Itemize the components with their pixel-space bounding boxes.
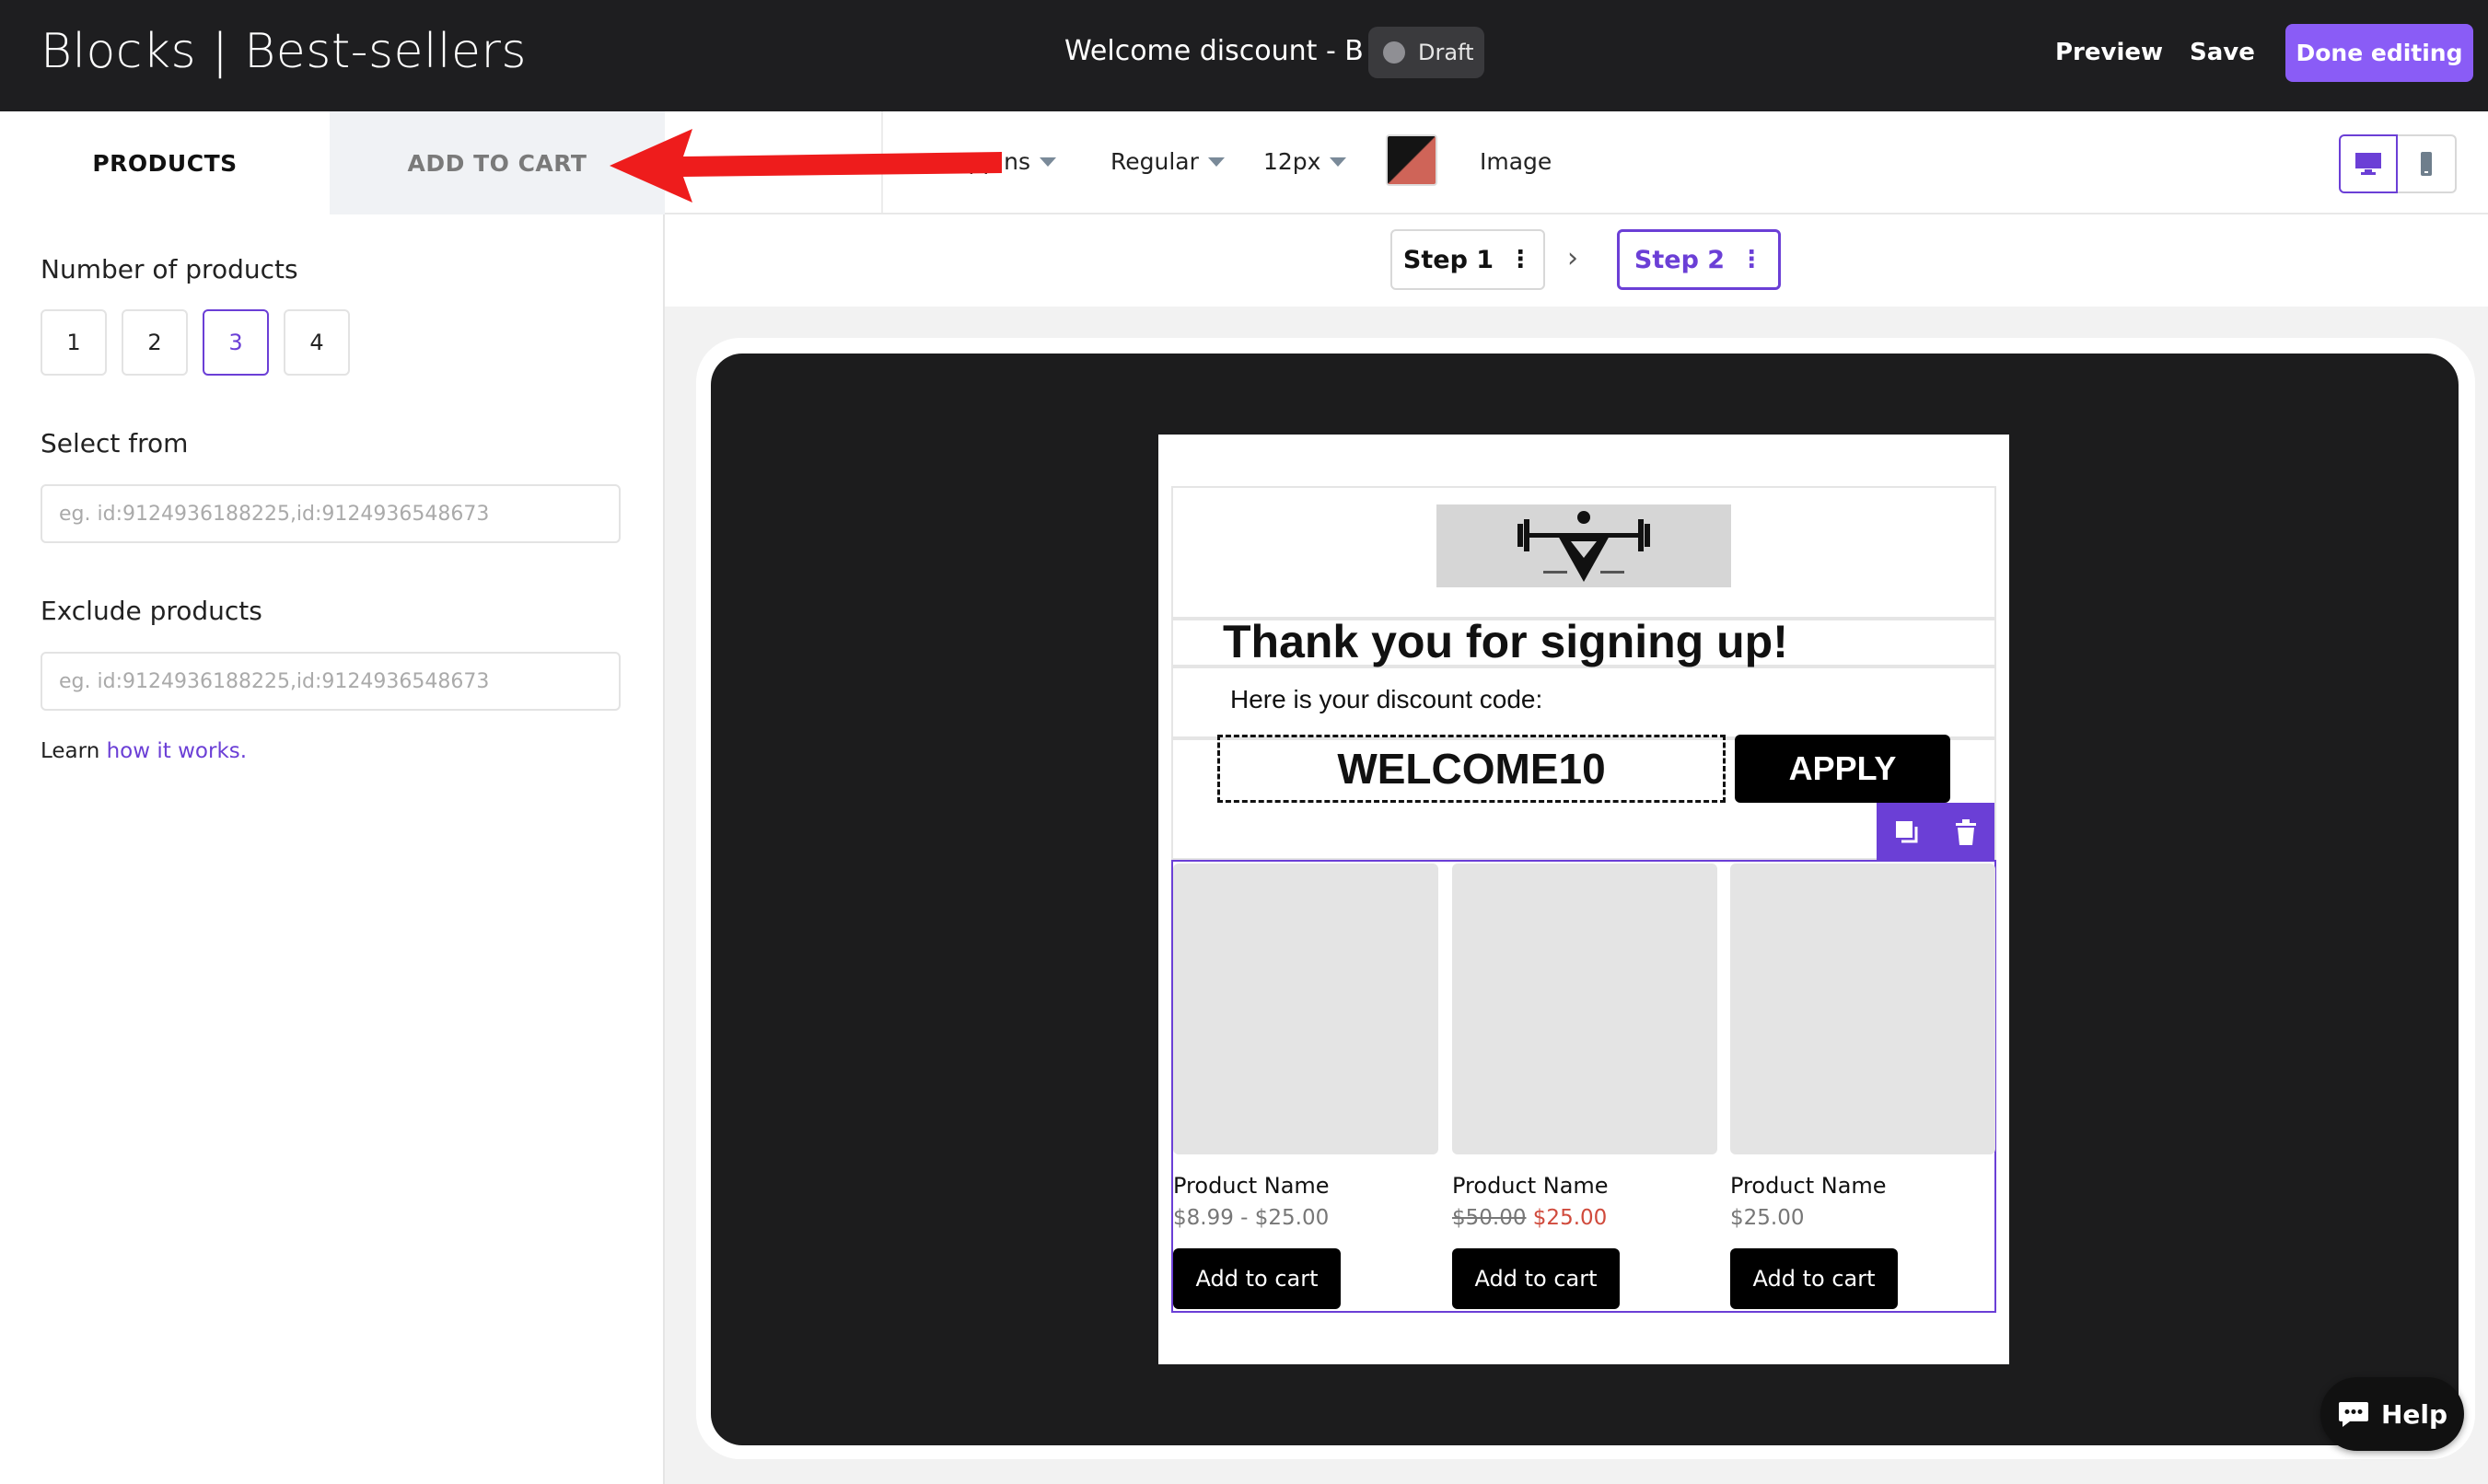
product-image[interactable]	[1730, 864, 1995, 1154]
duplicate-icon[interactable]	[1893, 818, 1921, 846]
add-to-cart-button[interactable]: Add to cart	[1730, 1248, 1898, 1309]
chevron-right-icon: ›	[1567, 242, 1578, 274]
font-family-value: Poppins	[941, 148, 1031, 175]
desktop-icon	[2355, 153, 2381, 175]
image-option[interactable]: Image	[1480, 148, 1552, 175]
product-price: $25.00	[1730, 1206, 1805, 1230]
product-card[interactable]: Product Name $8.99 - $25.00	[1173, 864, 1438, 1230]
popup-subheading[interactable]: Here is your discount code:	[1230, 685, 1542, 714]
document-title[interactable]: Welcome discount - B	[1064, 35, 1364, 67]
toolbar-divider	[881, 111, 883, 213]
learn-prefix: Learn	[41, 739, 100, 763]
more-options-icon[interactable]: ⋮	[1739, 246, 1763, 273]
product-count-option-4[interactable]: 4	[284, 309, 350, 376]
product-price: $8.99 - $25.00	[1173, 1206, 1330, 1230]
exclude-products-input[interactable]: eg. id:9124936188225,id:9124936548673	[41, 652, 621, 711]
original-price: $50.00	[1452, 1206, 1527, 1230]
tab-products[interactable]: PRODUCTS	[0, 111, 330, 214]
color-picker-swatch[interactable]	[1386, 134, 1437, 186]
exclude-products-label: Exclude products	[41, 596, 262, 626]
product-count-option-1[interactable]: 1	[41, 309, 107, 376]
product-image[interactable]	[1452, 864, 1717, 1154]
app-title: Blocks | Best-sellers	[41, 24, 527, 79]
product-card[interactable]: Product Name $50.00 $25.00	[1452, 864, 1717, 1230]
discount-code-field[interactable]: WELCOME10	[1217, 735, 1726, 803]
barbell-logo-icon	[1517, 511, 1650, 582]
desktop-view-button[interactable]	[2339, 134, 2398, 193]
chat-icon	[2338, 1402, 2368, 1427]
add-to-cart-button[interactable]: Add to cart	[1452, 1248, 1620, 1309]
product-name: Product Name	[1452, 1173, 1609, 1199]
product-count-option-2[interactable]: 2	[122, 309, 188, 376]
device-toggle	[2339, 134, 2457, 193]
how-it-works-link[interactable]: how it works.	[107, 739, 247, 763]
apply-button[interactable]: APPLY	[1735, 735, 1950, 803]
add-to-cart-button[interactable]: Add to cart	[1173, 1248, 1341, 1309]
font-size-value: 12px	[1263, 148, 1321, 175]
popup-heading[interactable]: Thank you for signing up!	[1223, 615, 1788, 668]
number-of-products-label: Number of products	[41, 254, 298, 284]
settings-panel: PRODUCTS ADD TO CART Number of products …	[0, 111, 665, 1484]
status-label: Draft	[1418, 40, 1474, 65]
save-button[interactable]: Save	[2190, 39, 2255, 66]
step-2-button[interactable]: Step 2 ⋮	[1617, 229, 1781, 290]
top-bar: Blocks | Best-sellers Welcome discount -…	[0, 0, 2488, 111]
select-from-label: Select from	[41, 428, 189, 458]
status-badge: Draft	[1368, 27, 1484, 78]
product-name: Product Name	[1730, 1173, 1887, 1199]
product-card[interactable]: Product Name $25.00	[1730, 864, 1995, 1230]
product-image[interactable]	[1173, 864, 1438, 1154]
tab-add-to-cart[interactable]: ADD TO CART	[330, 111, 665, 214]
product-count-option-3[interactable]: 3	[203, 309, 269, 376]
font-weight-value: Regular	[1110, 148, 1199, 175]
product-price: $50.00 $25.00	[1452, 1206, 1717, 1230]
help-button[interactable]: Help	[2320, 1377, 2464, 1451]
chevron-down-icon	[1330, 157, 1347, 167]
mobile-icon	[2421, 152, 2432, 176]
sale-price: $25.00	[1532, 1206, 1608, 1230]
product-name: Product Name	[1173, 1173, 1330, 1199]
more-options-icon[interactable]: ⋮	[1508, 246, 1532, 273]
step-label: Step 1	[1402, 245, 1494, 274]
format-toolbar: Poppins Regular 12px Image	[665, 111, 2488, 214]
help-label: Help	[2380, 1398, 2448, 1430]
brand-logo[interactable]	[1436, 504, 1731, 587]
done-editing-button[interactable]: Done editing	[2285, 24, 2473, 82]
step-1-button[interactable]: Step 1 ⋮	[1390, 229, 1545, 290]
chevron-down-icon	[1207, 157, 1225, 167]
steps-bar: Step 1 ⋮ › Step 2 ⋮	[665, 214, 2488, 307]
learn-text: Learn how it works.	[41, 739, 247, 763]
font-size-select[interactable]: 12px	[1263, 148, 1347, 175]
font-family-select[interactable]: Poppins	[941, 148, 1057, 175]
step-label: Step 2	[1633, 245, 1726, 274]
block-actions-toolbar	[1877, 803, 1994, 862]
font-weight-select[interactable]: Regular	[1110, 148, 1225, 175]
select-from-input[interactable]: eg. id:9124936188225,id:9124936548673	[41, 484, 621, 543]
chevron-down-icon	[1040, 157, 1057, 167]
mobile-view-button[interactable]	[2398, 134, 2457, 193]
preview-button[interactable]: Preview	[2055, 39, 2163, 66]
status-dot-icon	[1383, 41, 1405, 64]
trash-icon[interactable]	[1954, 818, 1978, 846]
